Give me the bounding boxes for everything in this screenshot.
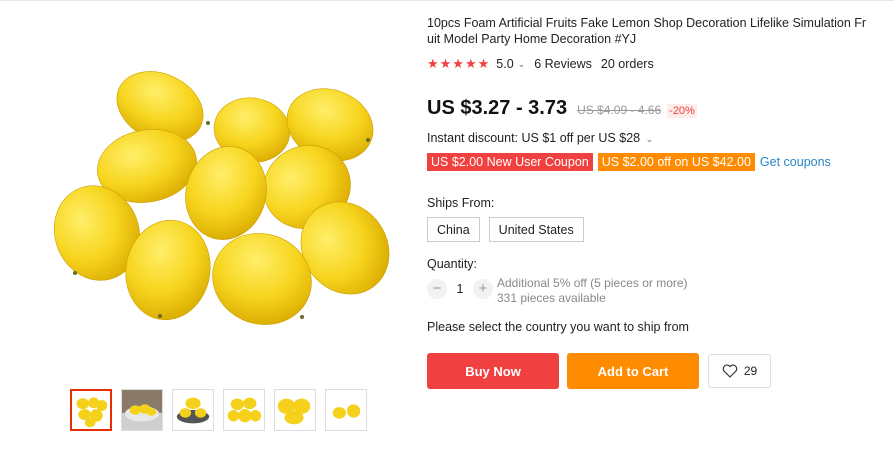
original-price: US $4.09 - 4.66 (577, 103, 662, 117)
price-row: US $3.27 - 3.73 US $4.09 - 4.66 -20% (427, 97, 697, 120)
instant-discount-text: Instant discount: US $1 off per US $28 (427, 131, 641, 145)
add-to-cart-button[interactable]: Add to Cart (567, 353, 699, 389)
thumbnail-5[interactable] (274, 389, 316, 431)
ship-option-united-states[interactable]: United States (488, 217, 584, 242)
top-divider (0, 0, 894, 1)
instant-discount[interactable]: Instant discount: US $1 off per US $28 ⌄ (427, 131, 662, 145)
plus-icon[interactable]: + (473, 279, 493, 299)
quantity-label: Quantity: (427, 257, 478, 271)
star-rating-icons: ★★★★★ (427, 56, 491, 71)
thumbnail-strip (70, 389, 367, 431)
thumbnail-2[interactable] (121, 389, 163, 431)
store-coupon[interactable]: US $2.00 off on US $42.00 (597, 153, 755, 171)
chevron-down-icon: ⌄ (645, 134, 654, 144)
discount-badge: -20% (667, 104, 697, 118)
reviews-link[interactable]: 6 Reviews (534, 57, 592, 71)
main-product-image (53, 71, 390, 325)
wishlist-button[interactable]: 29 (708, 354, 771, 388)
quantity-stepper: − 1 + (427, 279, 493, 299)
quantity-info: Additional 5% off (5 pieces or more) 331… (497, 276, 688, 306)
get-coupons-link[interactable]: Get coupons (760, 155, 831, 169)
ship-option-china[interactable]: China (427, 217, 480, 242)
product-title: 10pcs Foam Artificial Fruits Fake Lemon … (427, 16, 867, 46)
quantity-value[interactable]: 1 (447, 282, 473, 296)
orders-count: 20 orders (600, 57, 654, 71)
coupon-row: US $2.00 New User Coupon US $2.00 off on… (427, 153, 831, 171)
current-price: US $3.27 - 3.73 (427, 97, 568, 119)
new-user-coupon[interactable]: US $2.00 New User Coupon (427, 153, 593, 171)
ship-country-note: Please select the country you want to sh… (427, 320, 689, 334)
chevron-down-icon[interactable]: ⌄ (518, 59, 526, 70)
ships-from-label: Ships From: (427, 196, 495, 210)
heart-outline-icon (722, 364, 738, 378)
bulk-discount-note: Additional 5% off (5 pieces or more) (497, 276, 688, 290)
thumbnail-6[interactable] (325, 389, 367, 431)
wishlist-count: 29 (743, 364, 758, 378)
thumbnail-4[interactable] (223, 389, 265, 431)
rating-row: ★★★★★ 5.0 ⌄ 6 Reviews 20 orders (427, 56, 654, 72)
action-buttons: Buy Now Add to Cart 29 (427, 353, 771, 389)
thumbnail-1[interactable] (70, 389, 112, 431)
buy-now-button[interactable]: Buy Now (427, 353, 559, 389)
rating-value[interactable]: 5.0 (496, 57, 513, 71)
thumbnail-3[interactable] (172, 389, 214, 431)
ships-from-options: China United States (427, 217, 584, 242)
stock-available: 331 pieces available (497, 291, 606, 305)
minus-icon[interactable]: − (427, 279, 447, 299)
